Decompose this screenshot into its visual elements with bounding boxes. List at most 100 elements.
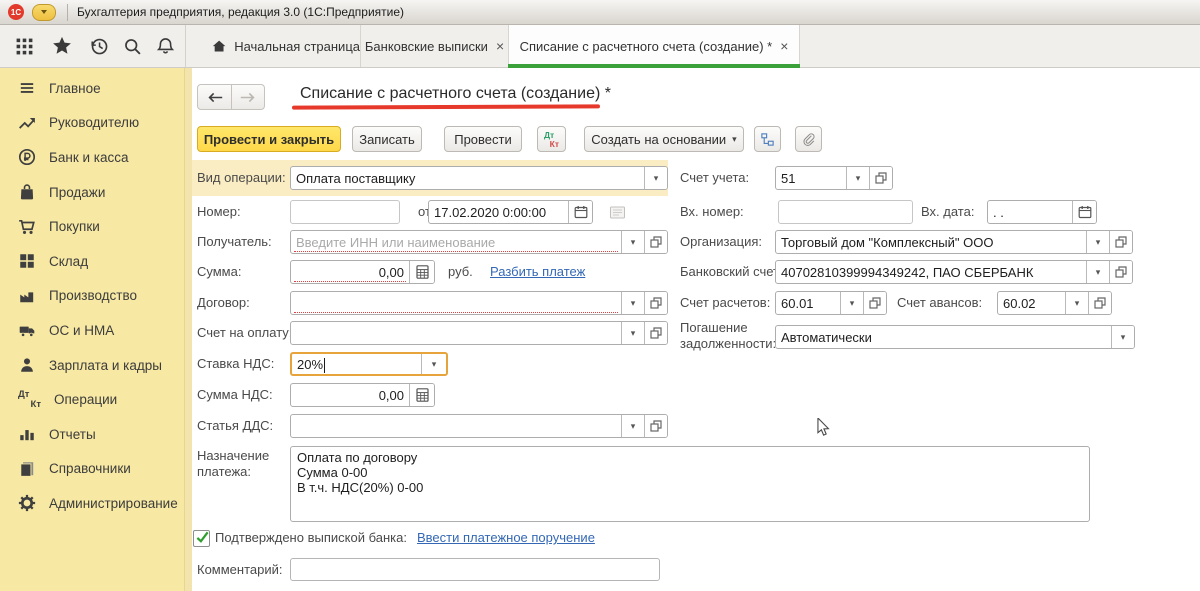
attachments-button[interactable]: [795, 126, 822, 152]
sidebar-item-production[interactable]: Производство: [0, 279, 184, 314]
enter-payment-order-link[interactable]: Ввести платежное поручение: [417, 526, 595, 550]
tab-bank-statements[interactable]: Банковские выписки ×: [360, 25, 508, 67]
calculator-button[interactable]: [409, 261, 434, 283]
cashflow-item-input[interactable]: [291, 415, 621, 437]
open-button[interactable]: [869, 167, 892, 189]
sidebar-item-sales[interactable]: Продажи: [0, 175, 184, 210]
sidebar-item-administration[interactable]: Администрирование: [0, 486, 184, 521]
notifications-bell-icon[interactable]: [155, 36, 175, 56]
calendar-button[interactable]: [1072, 201, 1096, 223]
sidebar-item-label: Справочники: [49, 461, 131, 476]
advance-account-input[interactable]: [998, 292, 1065, 314]
forward-button[interactable]: [231, 85, 264, 109]
sidebar-item-fixed-assets[interactable]: ОС и НМА: [0, 313, 184, 348]
debt-repayment-input[interactable]: [776, 326, 1111, 348]
dropdown-button[interactable]: ▾: [621, 292, 644, 314]
split-payment-link[interactable]: Разбить платеж: [490, 260, 585, 284]
sidebar-item-payroll-hr[interactable]: Зарплата и кадры: [0, 348, 184, 383]
calculator-icon: [416, 388, 429, 402]
dropdown-button[interactable]: ▾: [1065, 292, 1088, 314]
dropdown-button[interactable]: ▾: [840, 292, 863, 314]
open-link-icon: [1115, 236, 1127, 248]
operation-type-input[interactable]: [291, 167, 644, 189]
gear-icon: [18, 494, 36, 512]
invoice-input[interactable]: [291, 322, 621, 344]
bank-confirmed-checkbox[interactable]: [193, 530, 210, 547]
calendar-icon: [1078, 205, 1092, 219]
open-button[interactable]: [863, 292, 886, 314]
sidebar-item-operations[interactable]: ДтКт Операции: [0, 382, 184, 417]
dropdown-button[interactable]: ▾: [1086, 231, 1109, 253]
favorites-star-icon[interactable]: [52, 36, 72, 56]
close-icon[interactable]: ×: [780, 39, 788, 53]
open-button[interactable]: [1109, 261, 1132, 283]
vat-rate-input[interactable]: [292, 354, 421, 374]
payee-input[interactable]: [291, 231, 621, 253]
system-menu-button[interactable]: [32, 4, 56, 21]
open-link-icon: [650, 236, 662, 248]
amount-input[interactable]: [291, 261, 409, 283]
tab-home[interactable]: Начальная страница: [186, 25, 360, 67]
sidebar-item-label: Отчеты: [49, 427, 96, 442]
account-input[interactable]: [776, 167, 846, 189]
app-logo-icon: 1С: [8, 4, 24, 20]
incoming-date-input[interactable]: [988, 201, 1072, 223]
close-icon[interactable]: ×: [496, 39, 504, 53]
post-button[interactable]: Провести: [444, 126, 522, 152]
calculator-icon: [416, 265, 429, 279]
organization-input[interactable]: [776, 231, 1086, 253]
dropdown-button[interactable]: ▾: [421, 354, 446, 374]
open-link-icon: [869, 297, 881, 309]
active-tab-indicator: [508, 64, 800, 68]
sidebar-item-directories[interactable]: Справочники: [0, 452, 184, 487]
open-link-icon: [1094, 297, 1106, 309]
open-button[interactable]: [1088, 292, 1111, 314]
history-icon[interactable]: [89, 36, 109, 56]
sidebar-item-reports[interactable]: Отчеты: [0, 417, 184, 452]
post-and-close-button[interactable]: Провести и закрыть: [197, 126, 341, 152]
open-button[interactable]: [644, 415, 667, 437]
show-postings-button[interactable]: ДтКт: [537, 126, 566, 152]
open-button[interactable]: [644, 292, 667, 314]
save-button[interactable]: Записать: [352, 126, 422, 152]
open-link-icon: [650, 297, 662, 309]
payment-purpose-textarea[interactable]: [290, 446, 1090, 522]
dropdown-button[interactable]: ▾: [644, 167, 667, 189]
dropdown-button[interactable]: ▾: [621, 415, 644, 437]
open-button[interactable]: [644, 231, 667, 253]
sidebar-item-bank-cash[interactable]: Банк и касса: [0, 140, 184, 175]
number-input[interactable]: [291, 201, 399, 223]
sidebar-item-purchases[interactable]: Покупки: [0, 209, 184, 244]
menu-grid-icon[interactable]: [14, 36, 34, 56]
create-based-on-button[interactable]: Создать на основании▾: [584, 126, 744, 152]
document-structure-button[interactable]: [754, 126, 781, 152]
vat-amount-input[interactable]: [291, 384, 409, 406]
sidebar-item-main[interactable]: Главное: [0, 71, 184, 106]
menu-icon: [18, 79, 36, 97]
contract-label: Договор:: [197, 291, 250, 315]
back-button[interactable]: [198, 85, 231, 109]
open-button[interactable]: [1109, 231, 1132, 253]
calculator-button[interactable]: [409, 384, 434, 406]
dropdown-button[interactable]: ▾: [846, 167, 869, 189]
tab-write-off-active[interactable]: Списание с расчетного счета (создание) *…: [508, 25, 800, 67]
incoming-number-input[interactable]: [779, 201, 912, 223]
form-area: Списание с расчетного счета (создание) *…: [185, 68, 1200, 591]
search-icon[interactable]: [122, 36, 142, 56]
amount-label: Сумма:: [197, 260, 241, 284]
contract-input[interactable]: [291, 292, 621, 314]
settlement-account-input[interactable]: [776, 292, 840, 314]
dropdown-button[interactable]: ▾: [1111, 326, 1134, 348]
sidebar-item-warehouse[interactable]: Склад: [0, 244, 184, 279]
dropdown-button[interactable]: ▾: [621, 322, 644, 344]
amount-field: [290, 260, 435, 284]
bank-confirmed-label: Подтверждено выпиской банка:: [215, 526, 407, 550]
calendar-button[interactable]: [568, 201, 592, 223]
comment-input[interactable]: [291, 559, 659, 580]
dropdown-button[interactable]: ▾: [1086, 261, 1109, 283]
dropdown-button[interactable]: ▾: [621, 231, 644, 253]
bank-account-input[interactable]: [776, 261, 1086, 283]
sidebar-item-manager[interactable]: Руководителю: [0, 106, 184, 141]
date-input[interactable]: [429, 201, 568, 223]
open-button[interactable]: [644, 322, 667, 344]
